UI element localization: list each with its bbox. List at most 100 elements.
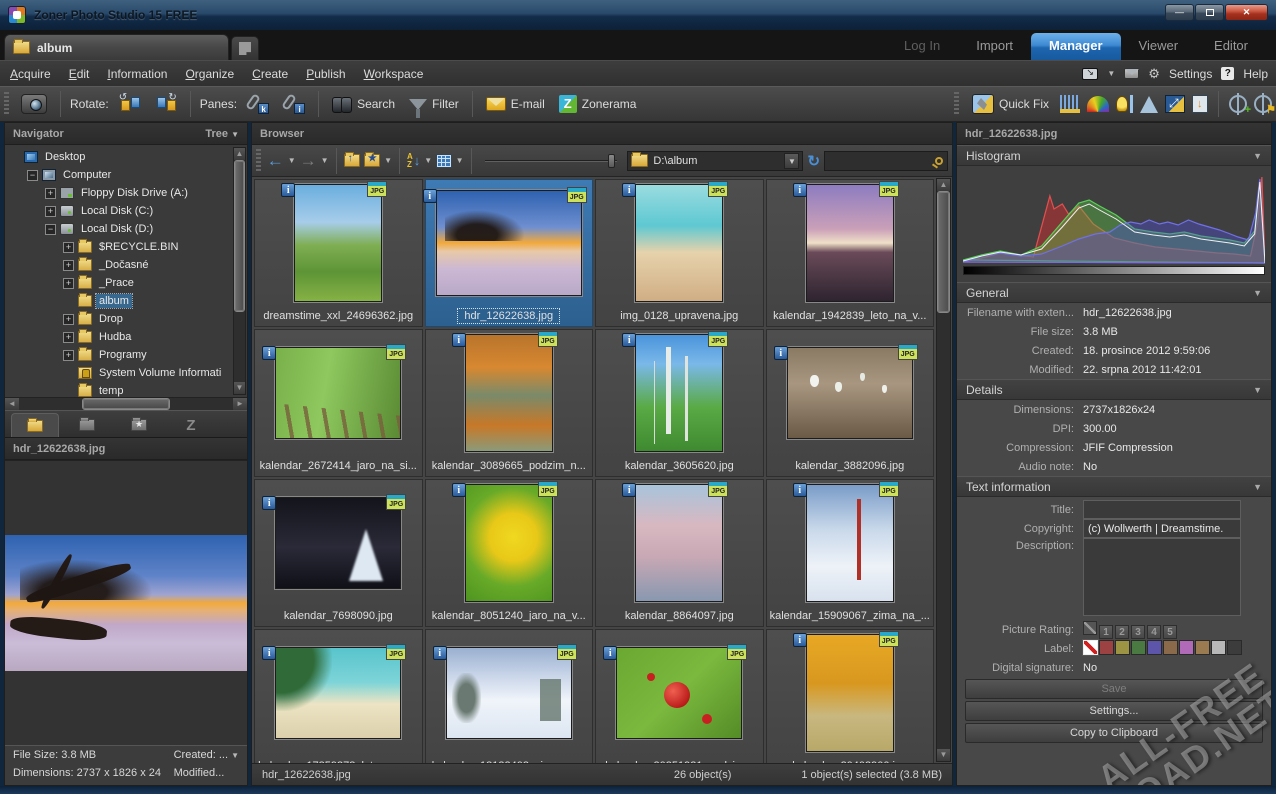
info-badge-icon[interactable]: i [622, 483, 636, 497]
label-swatch-6[interactable] [1179, 640, 1194, 655]
menu-create[interactable]: Create [252, 67, 288, 81]
tab-favorites[interactable] [115, 413, 163, 437]
tab-folder-tree[interactable] [11, 413, 59, 437]
preview-image-area[interactable] [5, 460, 247, 745]
info-badge-icon[interactable]: i [433, 646, 447, 660]
thumbnail-image[interactable]: iJPG [436, 190, 582, 296]
info-badge-icon[interactable]: i [281, 183, 295, 197]
label-swatch-1[interactable] [1099, 640, 1114, 655]
minimize-button[interactable]: — [1165, 4, 1194, 21]
tree-item-desktop[interactable]: Desktop [9, 148, 231, 166]
gps-assign-icon[interactable] [1229, 95, 1247, 113]
text-info-section-header[interactable]: Text information▼ [957, 476, 1271, 497]
rotate-right-button[interactable]: ↻ [151, 93, 181, 115]
tree-item-programy[interactable]: +Programy [9, 346, 231, 364]
tree-item-local-disk-d-[interactable]: −Local Disk (D:) [9, 220, 231, 238]
email-button[interactable]: E-mail [482, 95, 549, 113]
tab-import[interactable]: Import [958, 33, 1031, 60]
info-badge-icon[interactable]: i [262, 346, 276, 360]
rating-5-button[interactable]: 5 [1163, 625, 1177, 639]
thumbnail-image[interactable]: iJPG [275, 497, 401, 589]
filter-button[interactable]: Filter [405, 95, 463, 113]
menu-publish[interactable]: Publish [306, 67, 345, 81]
tree-item-system-volume-informati[interactable]: System Volume Informati [9, 364, 231, 382]
display-mode-caret-icon[interactable]: ▼ [1107, 69, 1115, 78]
info-badge-icon[interactable]: i [423, 189, 437, 203]
forward-history-caret-icon[interactable]: ▼ [321, 156, 329, 165]
thumbnail-image[interactable]: iJPG [446, 647, 572, 739]
levels-icon[interactable] [1060, 95, 1080, 113]
tree-horizontal-scrollbar[interactable]: ◄ ► [5, 397, 247, 410]
enhance-colors-icon[interactable] [1087, 96, 1109, 112]
quick-fix-button[interactable]: Quick Fix [968, 92, 1053, 116]
scroll-down-icon[interactable]: ▼ [234, 382, 245, 394]
back-history-caret-icon[interactable]: ▼ [288, 156, 296, 165]
tree-expander-icon[interactable]: + [63, 332, 74, 343]
export-icon[interactable] [1192, 95, 1208, 113]
tree-expander-icon[interactable]: + [45, 206, 56, 217]
label-swatch-3[interactable] [1131, 640, 1146, 655]
info-pane-button[interactable]: i [279, 92, 309, 116]
tab-editor[interactable]: Editor [1196, 33, 1266, 60]
forward-button[interactable]: → [300, 152, 317, 170]
settings-button[interactable]: Settings... [965, 701, 1263, 721]
display-mode-icon[interactable] [1082, 68, 1098, 80]
gps-show-icon[interactable] [1254, 95, 1272, 113]
tab-catalog[interactable] [63, 413, 111, 437]
label-swatch-8[interactable] [1211, 640, 1226, 655]
file-cell-kalendar-20403900-jpg[interactable]: iJPGkalendar_20403900.jpg [766, 629, 935, 763]
acquire-camera-button[interactable] [17, 92, 51, 116]
thumbnail-image[interactable]: iJPG [635, 484, 723, 602]
scroll-right-icon[interactable]: ► [233, 398, 247, 410]
info-badge-icon[interactable]: i [774, 346, 788, 360]
tree-item-local-disk-c-[interactable]: +Local Disk (C:) [9, 202, 231, 220]
close-button[interactable]: ✕ [1225, 4, 1268, 21]
view-mode-icon[interactable] [436, 154, 451, 168]
favorites-button[interactable]: ★ [364, 154, 380, 167]
thumbnail-image[interactable]: iJPG [806, 184, 894, 302]
label-swatch-2[interactable] [1115, 640, 1130, 655]
tree-item-hudba[interactable]: +Hudba [9, 328, 231, 346]
file-cell-kalendar-3882096-jpg[interactable]: iJPGkalendar_3882096.jpg [766, 329, 935, 477]
tree-expander-icon[interactable]: + [63, 350, 74, 361]
tree-item-album[interactable]: album [9, 292, 231, 310]
details-section-header[interactable]: Details▼ [957, 379, 1271, 400]
menu-acquire[interactable]: Acquire [10, 67, 51, 81]
feedback-mail-icon[interactable] [1124, 68, 1139, 79]
menu-edit[interactable]: Edit [69, 67, 90, 81]
help-menu[interactable]: Help [1243, 67, 1268, 81]
navigator-pane-button[interactable]: k [243, 92, 273, 116]
gear-icon[interactable]: ⚙ [1148, 66, 1160, 82]
copy-to-clipboard-button[interactable]: Copy to Clipboard [965, 723, 1263, 743]
file-cell-kalendar-8051240-jaro-na-v[interactable]: iJPGkalendar_8051240_jaro_na_v... [425, 479, 594, 627]
menu-organize[interactable]: Organize [185, 67, 234, 81]
title-input[interactable] [1083, 500, 1241, 519]
tree-expander-icon[interactable]: − [27, 170, 38, 181]
label-swatch-5[interactable] [1163, 640, 1178, 655]
file-cell-kalendar-17859378-leto-na-s[interactable]: iJPGkalendar_17859378_leto_na_s... [254, 629, 423, 763]
menu-workspace[interactable]: Workspace [364, 67, 424, 81]
tree-vertical-scrollbar[interactable]: ▲ ▼ [233, 147, 246, 395]
rating-clear-button[interactable] [1083, 621, 1097, 635]
info-badge-icon[interactable]: i [262, 496, 276, 510]
scroll-up-icon[interactable]: ▲ [937, 179, 950, 191]
file-cell-img-0128-upravena-jpg[interactable]: iJPGimg_0128_upravena.jpg [595, 179, 764, 327]
file-cell-dreamstime-xxl-24696362-jpg[interactable]: iJPGdreamstime_xxl_24696362.jpg [254, 179, 423, 327]
thumbnail-image[interactable]: iJPG [806, 484, 894, 602]
thumbnail-image[interactable]: iJPG [465, 334, 553, 452]
tree-item--recycle-bin[interactable]: +$RECYCLE.BIN [9, 238, 231, 256]
thumbnail-image[interactable]: iJPG [465, 484, 553, 602]
tree-item-drop[interactable]: +Drop [9, 310, 231, 328]
quick-search-input[interactable] [824, 151, 948, 171]
navigator-view-mode[interactable]: Tree ▼ [205, 128, 239, 140]
tree-expander-icon[interactable]: + [63, 242, 74, 253]
view-mode-caret-icon[interactable]: ▼ [456, 156, 464, 165]
file-cell-kalendar-7698090-jpg[interactable]: iJPGkalendar_7698090.jpg [254, 479, 423, 627]
thumbnail-image[interactable]: iJPG [635, 334, 723, 452]
zonerama-button[interactable]: Z Zonerama [555, 93, 641, 115]
tab-log-in[interactable]: Log In [886, 33, 958, 60]
info-badge-icon[interactable]: i [262, 646, 276, 660]
description-textarea[interactable] [1083, 538, 1241, 616]
tree-expander-icon[interactable]: + [63, 278, 74, 289]
resize-icon[interactable] [1165, 95, 1185, 113]
